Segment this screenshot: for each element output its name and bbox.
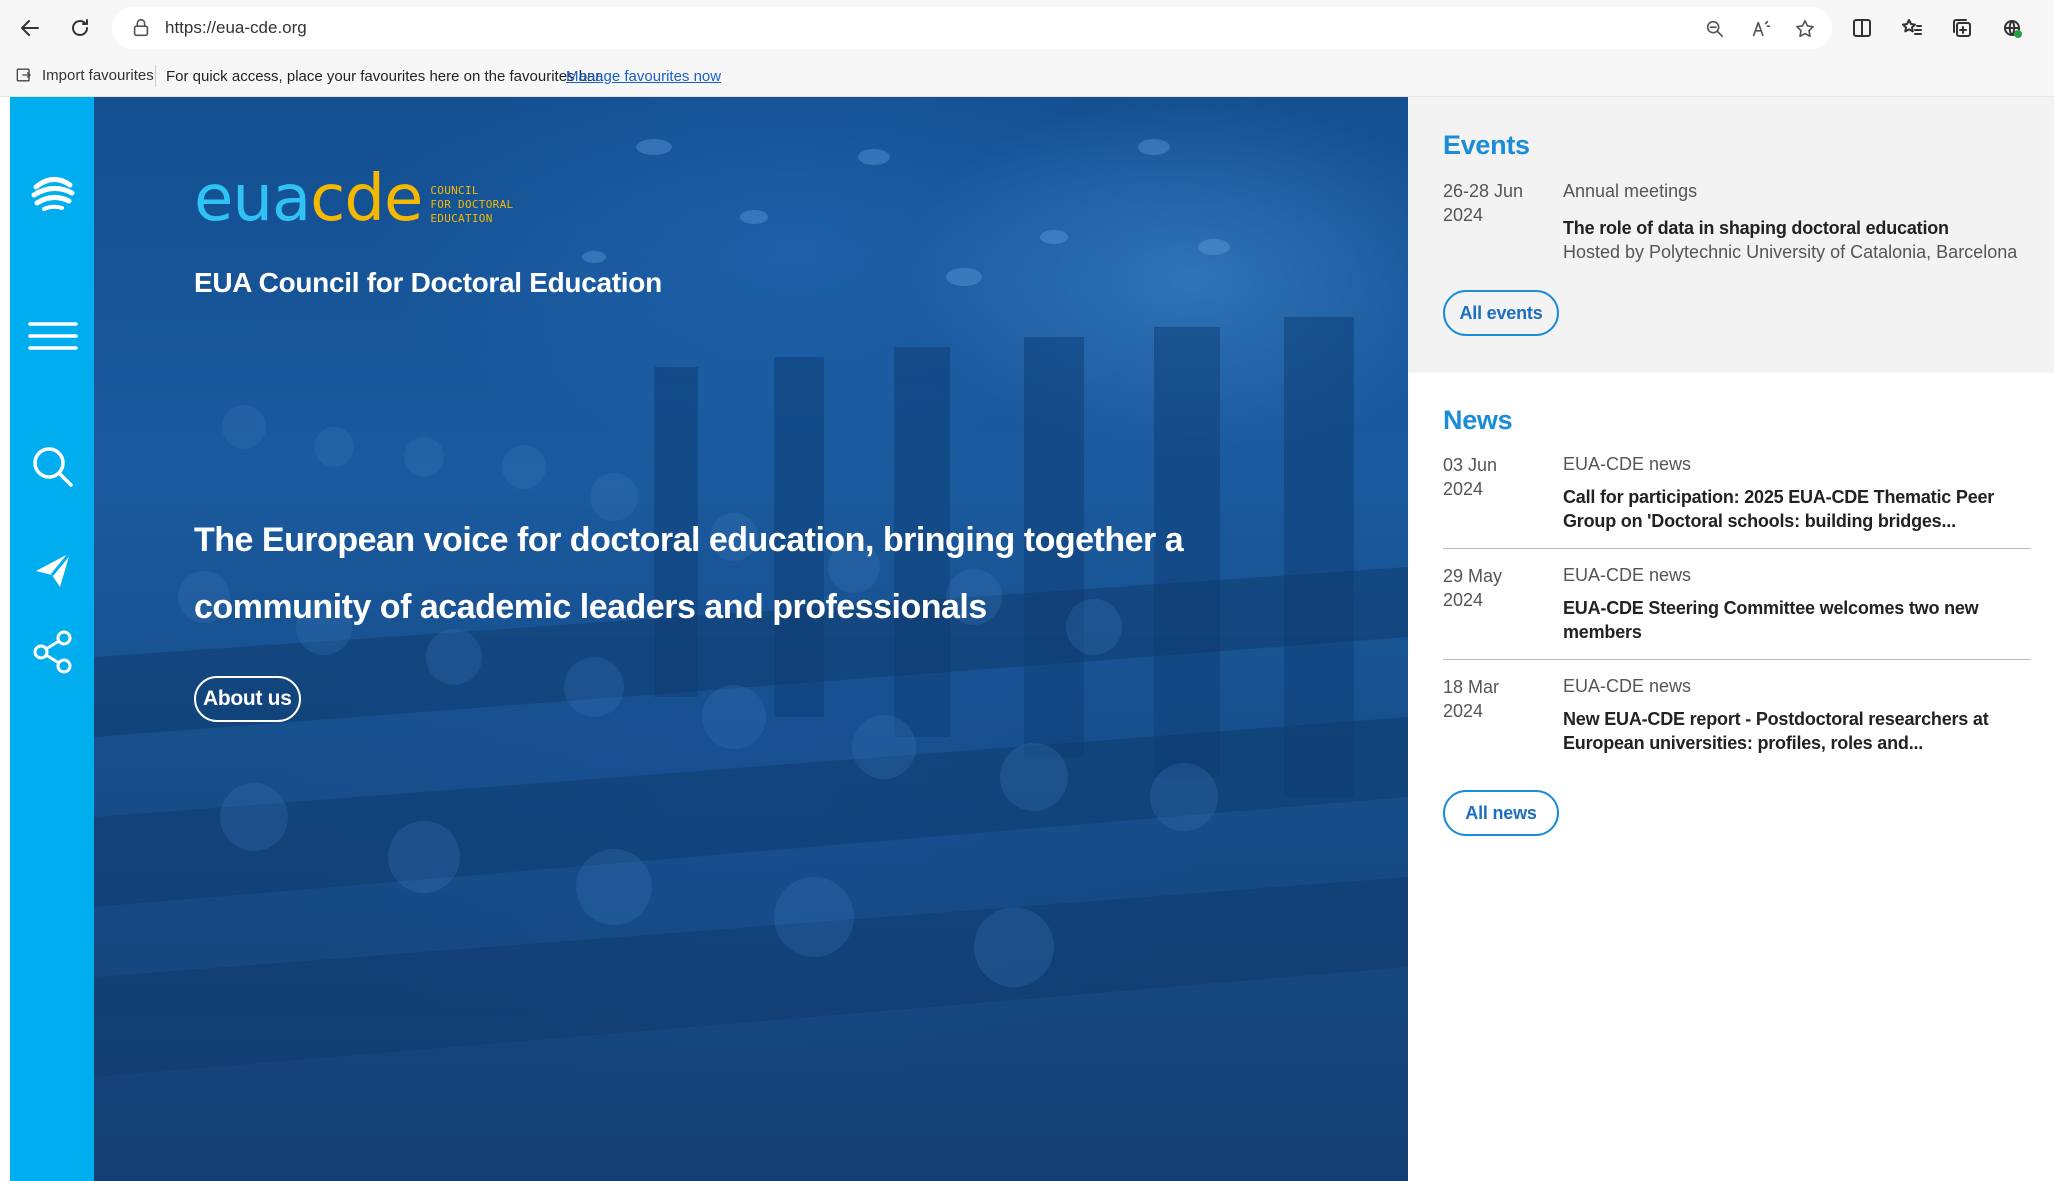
browser-toolbar: https://eua-cde.org: [0, 0, 2054, 55]
globe-logo-icon[interactable]: [26, 165, 80, 219]
site-name: EUA Council for Doctoral Education: [194, 267, 662, 298]
send-icon[interactable]: [26, 543, 80, 597]
logo-sub-line: EDUCATION: [430, 212, 493, 225]
right-panel: Events 26-28 Jun 2024 Annual meetings Th…: [1408, 97, 2054, 1181]
news-category: EUA-CDE news: [1563, 676, 1692, 696]
news-title-link[interactable]: New EUA-CDE report - Postdoctoral resear…: [1563, 707, 2023, 755]
hero-content: eua cde COUNCIL FOR DOCTORAL EDUCATION E…: [94, 97, 1408, 1181]
hero-tagline: The European voice for doctoral educatio…: [194, 521, 1184, 626]
url-text[interactable]: https://eua-cde.org: [165, 18, 307, 38]
refresh-icon[interactable]: [62, 10, 98, 46]
hero-section: eua cde COUNCIL FOR DOCTORAL EDUCATION E…: [94, 97, 1408, 1181]
favorites-icon[interactable]: [1894, 10, 1930, 46]
news-title-link[interactable]: Call for participation: 2025 EUA-CDE The…: [1563, 485, 2023, 533]
events-title: Events: [1443, 130, 1530, 160]
side-navigation: [10, 97, 94, 1181]
news-title: News: [1443, 405, 1513, 435]
news-date-day: 03 Jun: [1443, 455, 1498, 475]
logo-sub-line: COUNCIL: [430, 184, 479, 197]
logo-subtitle: COUNCIL FOR DOCTORAL EDUCATION: [430, 184, 513, 226]
share-icon[interactable]: [26, 625, 80, 679]
import-icon: [16, 68, 31, 82]
all-news-button[interactable]: All news: [1443, 790, 1559, 836]
extensions-icon[interactable]: [1994, 10, 2030, 46]
about-us-button[interactable]: About us: [194, 676, 301, 722]
news-category: EUA-CDE news: [1563, 565, 1692, 585]
news-title-link[interactable]: EUA-CDE Steering Committee welcomes two …: [1563, 596, 2023, 644]
event-date-year: 2024: [1443, 205, 1484, 225]
event-category: Annual meetings: [1563, 181, 1698, 201]
back-icon[interactable]: [12, 10, 48, 46]
logo-sub-line: FOR DOCTORAL: [430, 198, 514, 211]
menu-icon[interactable]: [26, 309, 80, 363]
logo-eua-text: eua: [194, 162, 311, 236]
news-category: EUA-CDE news: [1563, 454, 1692, 474]
favourites-bar: Import favourites For quick access, plac…: [0, 55, 2054, 97]
news-date-year: 2024: [1443, 479, 1484, 499]
favorite-star-icon[interactable]: [1792, 16, 1818, 42]
euacde-logo[interactable]: eua cde COUNCIL FOR DOCTORAL EDUCATION: [194, 167, 513, 231]
news-date-day: 29 May: [1443, 566, 1503, 586]
page: eua cde COUNCIL FOR DOCTORAL EDUCATION E…: [10, 97, 2054, 1181]
news-divider: [1443, 548, 2031, 549]
collections-icon[interactable]: [1944, 10, 1980, 46]
import-favourites-button[interactable]: Import favourites: [14, 65, 154, 85]
address-bar[interactable]: https://eua-cde.org: [112, 7, 1832, 49]
lock-icon[interactable]: [130, 17, 152, 39]
news-divider: [1443, 659, 2031, 660]
all-events-button[interactable]: All events: [1443, 290, 1559, 336]
favbar-message: For quick access, place your favourites …: [166, 68, 604, 85]
event-date-day: 26-28 Jun: [1443, 181, 1524, 201]
event-title-link[interactable]: The role of data in shaping doctoral edu…: [1563, 216, 2023, 240]
logo-cde-text: cde: [310, 162, 423, 236]
import-favourites-label: Import favourites: [42, 66, 154, 84]
news-date-year: 2024: [1443, 590, 1484, 610]
news-date: 03 Jun 2024: [1443, 453, 1543, 501]
zoom-icon[interactable]: [1702, 16, 1728, 42]
favbar-divider: [155, 65, 156, 87]
news-date: 29 May 2024: [1443, 564, 1543, 612]
event-host: Hosted by Polytechnic University of Cata…: [1563, 242, 2018, 262]
events-section: Events 26-28 Jun 2024 Annual meetings Th…: [1408, 97, 2054, 373]
split-screen-icon[interactable]: [1844, 10, 1880, 46]
event-date: 26-28 Jun 2024: [1443, 179, 1543, 227]
news-date: 18 Mar 2024: [1443, 675, 1543, 723]
news-date-year: 2024: [1443, 701, 1484, 721]
read-aloud-icon[interactable]: [1748, 16, 1774, 42]
manage-favourites-link[interactable]: Manage favourites now: [566, 68, 721, 85]
news-date-day: 18 Mar: [1443, 677, 1500, 697]
search-icon[interactable]: [26, 440, 80, 494]
